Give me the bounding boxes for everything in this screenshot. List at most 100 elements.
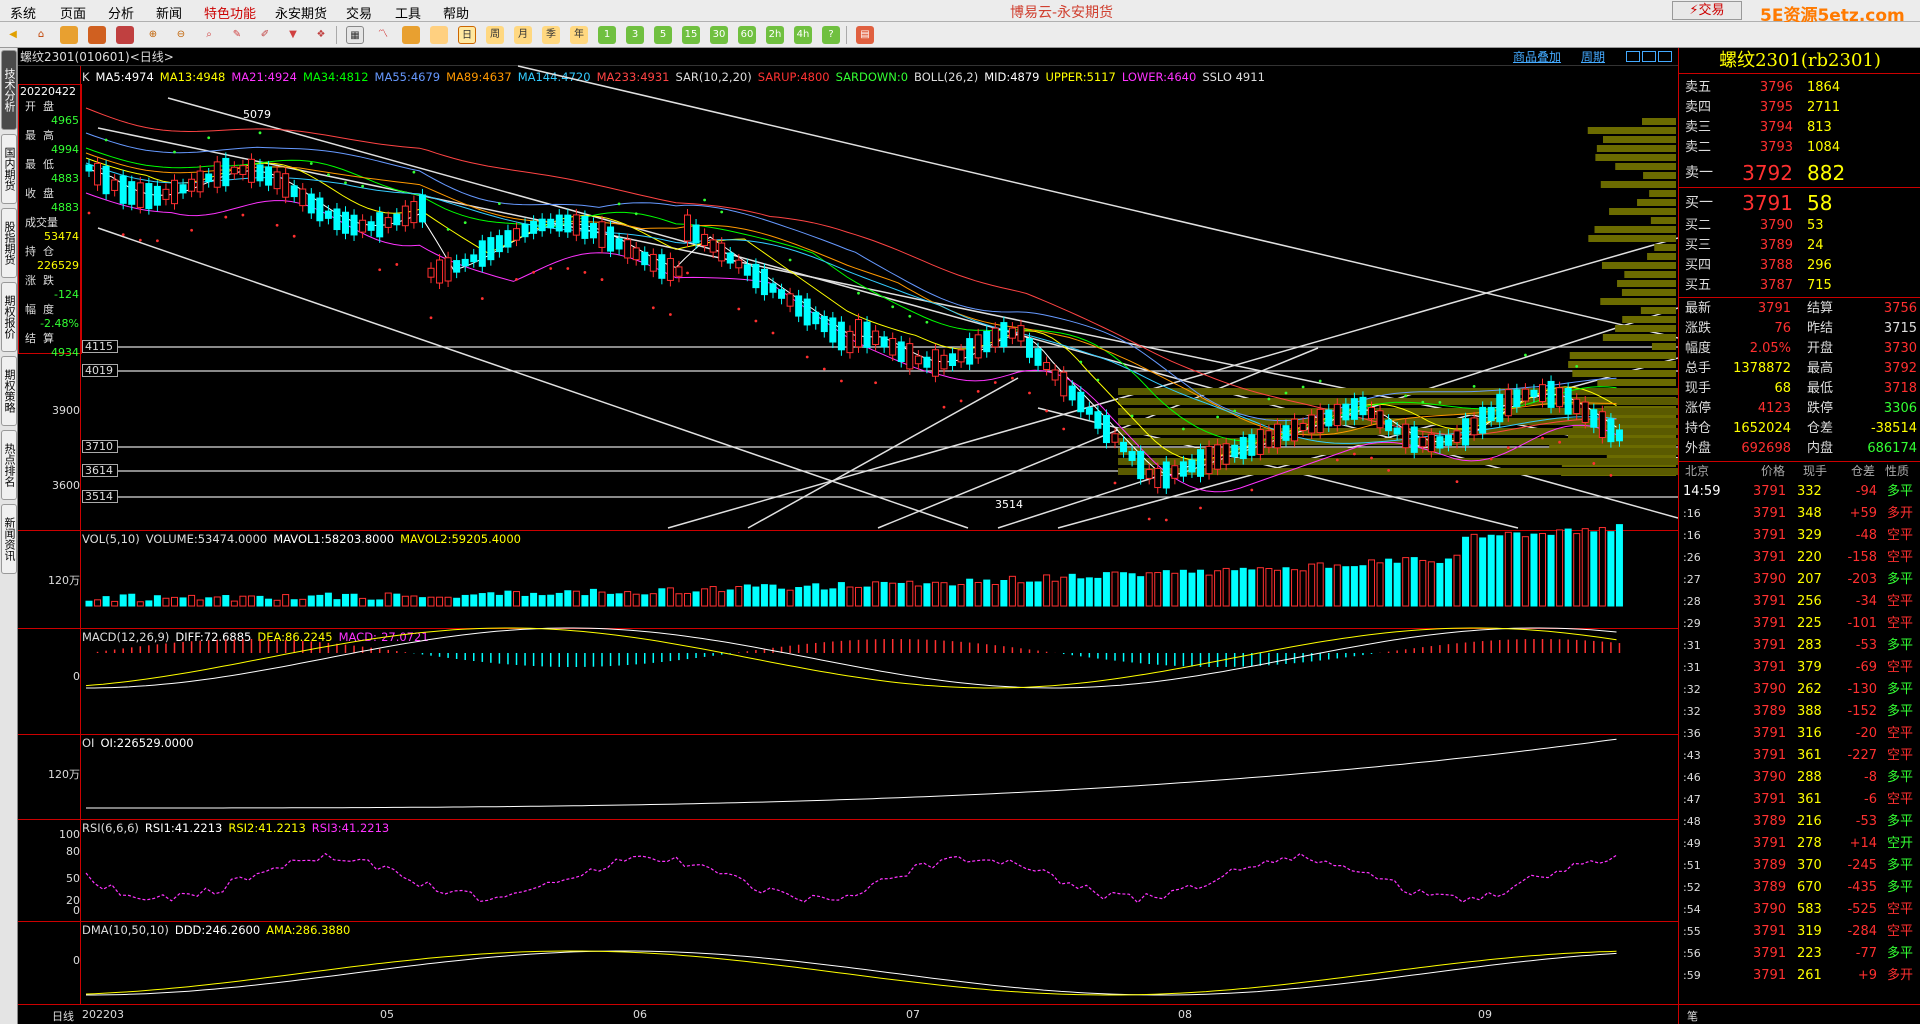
tick-row[interactable]: :28 3791 256 -34 空平 <box>1679 591 1920 613</box>
period-1min-button[interactable]: 1 <box>598 26 616 44</box>
candle-body <box>949 353 957 367</box>
candle-icon[interactable] <box>402 26 420 44</box>
side-tab-news[interactable]: 新闻资讯 <box>1 504 17 574</box>
tick-row[interactable]: :32 3790 262 -130 多平 <box>1679 679 1920 701</box>
side-tab-domestic-futures[interactable]: 国内期货 <box>1 134 17 204</box>
sar-dot <box>1558 440 1561 444</box>
bar-icon[interactable] <box>430 26 448 44</box>
zoom-in-icon[interactable]: ⊕ <box>144 26 162 44</box>
tick-tab[interactable]: 笔 <box>1687 1008 1698 1024</box>
tick-row[interactable]: :59 3791 261 +9 多开 <box>1679 965 1920 987</box>
period-week-button[interactable]: 周 <box>486 26 504 44</box>
tick-row[interactable]: :16 3791 329 -48 空平 <box>1679 525 1920 547</box>
tick-row[interactable]: :27 3790 207 -203 多平 <box>1679 569 1920 591</box>
period-2h-button[interactable]: 2h <box>766 26 784 44</box>
period-60min-button[interactable]: 60 <box>738 26 756 44</box>
volume-bar <box>906 580 914 607</box>
period-3min-button[interactable]: 3 <box>626 26 644 44</box>
period-custom-button[interactable]: ? <box>822 26 840 44</box>
order-book-row[interactable]: 卖一 3792 882 <box>1679 158 1920 188</box>
brush-icon[interactable]: ✐ <box>256 26 274 44</box>
filter-icon[interactable]: ▼ <box>284 26 302 44</box>
tick-row[interactable]: :55 3791 319 -284 空平 <box>1679 921 1920 943</box>
pen-icon[interactable]: ✎ <box>228 26 246 44</box>
sar-dot <box>857 291 860 295</box>
grid-icon[interactable] <box>88 26 106 44</box>
side-tab-index-futures[interactable]: 股指期货 <box>1 208 17 278</box>
tick-time: :59 <box>1683 969 1701 982</box>
zoom-out-icon[interactable]: ⊖ <box>172 26 190 44</box>
period-4h-button[interactable]: 4h <box>794 26 812 44</box>
back-arrow-icon[interactable]: ◀ <box>4 26 22 44</box>
menu-page[interactable]: 页面 <box>60 3 86 22</box>
tick-row[interactable]: :26 3791 220 -158 空平 <box>1679 547 1920 569</box>
order-book-row[interactable]: 买二 3790 53 <box>1679 216 1920 236</box>
volume-profile-bar <box>1594 226 1676 233</box>
tick-row[interactable]: :52 3789 670 -435 多平 <box>1679 877 1920 899</box>
volume-bar <box>1376 562 1384 607</box>
line-chart-icon[interactable]: 〽 <box>374 26 392 44</box>
tick-row[interactable]: :54 3790 583 -525 空平 <box>1679 899 1920 921</box>
stat-row: 幅度 2.05% 开盘 3730 <box>1679 339 1920 359</box>
menu-analysis[interactable]: 分析 <box>108 3 134 22</box>
period-15min-button[interactable]: 15 <box>682 26 700 44</box>
side-tab-options-quote[interactable]: 期权报价 <box>1 282 17 352</box>
tick-row[interactable]: :36 3791 316 -20 空平 <box>1679 723 1920 745</box>
tick-price: 3791 <box>1753 924 1787 939</box>
tick-row[interactable]: :51 3789 370 -245 多平 <box>1679 855 1920 877</box>
menu-system[interactable]: 系统 <box>10 3 36 22</box>
folder-icon[interactable] <box>60 26 78 44</box>
window-icon[interactable] <box>116 26 134 44</box>
menu-help[interactable]: 帮助 <box>443 3 469 22</box>
calculator-icon[interactable]: ▤ <box>856 26 874 44</box>
period-30min-button[interactable]: 30 <box>710 26 728 44</box>
order-book-row[interactable]: 买一 3791 58 <box>1679 188 1920 218</box>
tick-row[interactable]: 14:59 3791 332 -94 多平 <box>1679 481 1920 503</box>
sar-dot <box>1233 409 1237 413</box>
period-year-button[interactable]: 年 <box>570 26 588 44</box>
order-book-row[interactable]: 卖五 3796 1864 <box>1679 78 1920 98</box>
order-book-row[interactable]: 卖四 3795 2711 <box>1679 98 1920 118</box>
period-day-button[interactable]: 日 <box>458 26 476 44</box>
period-month-button[interactable]: 月 <box>514 26 532 44</box>
tick-row[interactable]: :31 3791 379 -69 空平 <box>1679 657 1920 679</box>
order-book-row[interactable]: 买五 3787 715 <box>1679 276 1920 296</box>
tick-row[interactable]: :43 3791 361 -227 空平 <box>1679 745 1920 767</box>
tick-row[interactable]: :49 3791 278 +14 空开 <box>1679 833 1920 855</box>
menu-news[interactable]: 新闻 <box>156 3 182 22</box>
volume-bar <box>1325 567 1333 607</box>
tick-row[interactable]: :48 3789 216 -53 多平 <box>1679 811 1920 833</box>
side-tab-options-strategy[interactable]: 期权策略 <box>1 356 17 426</box>
tick-row[interactable]: :16 3791 348 +59 多开 <box>1679 503 1920 525</box>
table-icon[interactable]: ▦ <box>346 26 364 44</box>
candle-body <box>692 224 700 244</box>
volume-bar <box>675 593 683 607</box>
tag-icon[interactable]: ❖ <box>312 26 330 44</box>
kline-chart[interactable] <box>18 48 1678 1024</box>
side-tab-technical[interactable]: 技术分析 <box>1 50 17 130</box>
order-book-row[interactable]: 买四 3788 296 <box>1679 256 1920 276</box>
trade-button[interactable]: ⚡交易 <box>1672 1 1742 20</box>
menu-trade[interactable]: 交易 <box>346 3 372 22</box>
chart-area[interactable]: 螺纹2301(010601)<日线> 商品叠加 周期 K MA5:4974 MA13… <box>18 48 1678 1024</box>
tick-row[interactable]: :29 3791 225 -101 空平 <box>1679 613 1920 635</box>
volume-bar <box>196 599 204 607</box>
order-book-row[interactable]: 卖二 3793 1084 <box>1679 138 1920 158</box>
period-season-button[interactable]: 季 <box>542 26 560 44</box>
period-5min-button[interactable]: 5 <box>654 26 672 44</box>
menu-tools[interactable]: 工具 <box>395 3 421 22</box>
volume-bar <box>923 583 931 607</box>
menu-yongan[interactable]: 永安期货 <box>275 3 327 22</box>
menu-features[interactable]: 特色功能 <box>204 3 256 22</box>
tick-row[interactable]: :32 3789 388 -152 多平 <box>1679 701 1920 723</box>
order-book-row[interactable]: 买三 3789 24 <box>1679 236 1920 256</box>
tick-row[interactable]: :47 3791 361 -6 空平 <box>1679 789 1920 811</box>
home-icon[interactable]: ⌂ <box>32 26 50 44</box>
tick-row[interactable]: :31 3791 283 -53 多平 <box>1679 635 1920 657</box>
tick-row[interactable]: :46 3790 288 -8 多平 <box>1679 767 1920 789</box>
tick-row[interactable]: :56 3791 223 -77 多平 <box>1679 943 1920 965</box>
order-book-row[interactable]: 卖三 3794 813 <box>1679 118 1920 138</box>
search-icon[interactable]: ⌕ <box>200 26 218 44</box>
sar-dot <box>1489 457 1493 461</box>
side-tab-hot-ranking[interactable]: 热点排名 <box>1 430 17 500</box>
